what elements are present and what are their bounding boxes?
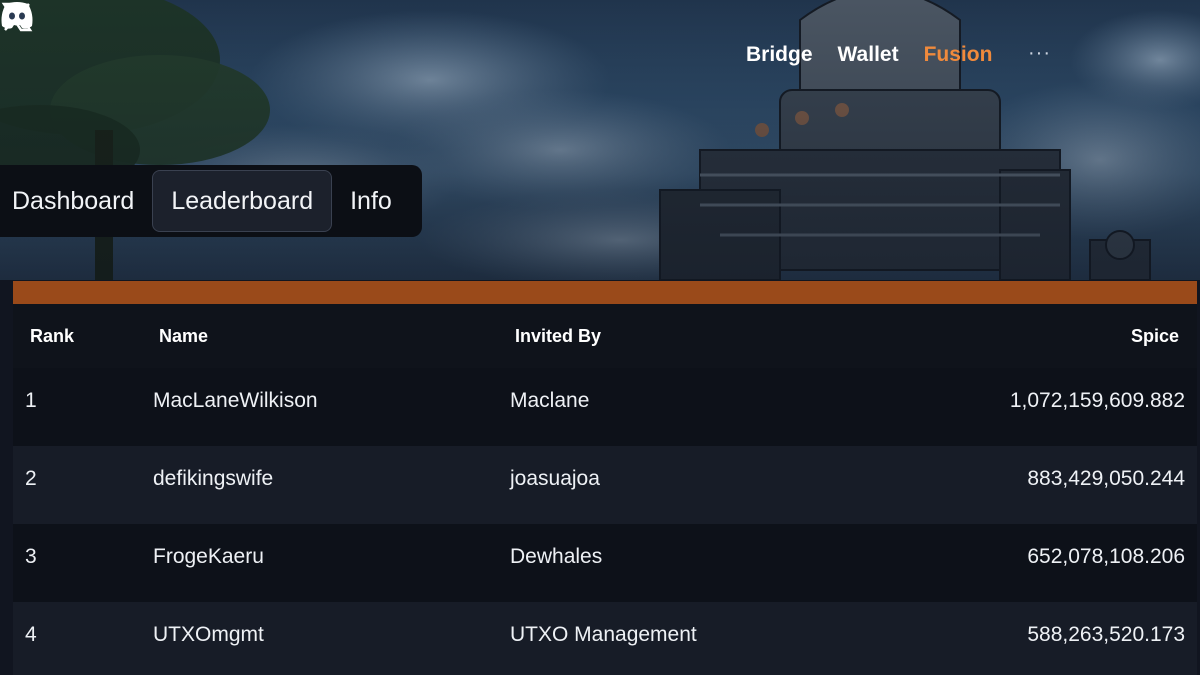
cell-rank: 1 [25,389,37,412]
leaderboard-table: Rank Name Invited By Spice 1 MacLaneWilk… [13,304,1197,675]
tab-dashboard[interactable]: Dashboard [2,171,144,231]
cell-name: FrogeKaeru [153,545,264,568]
table-row: 1 MacLaneWilkison Maclane 1,072,159,609.… [13,368,1197,446]
hero-illustration [0,0,1200,280]
nav-fusion[interactable]: Fusion [924,40,993,70]
table-row: 3 FrogeKaeru Dewhales 652,078,108.206 [13,524,1197,602]
view-tabs: Dashboard Leaderboard Info [0,165,422,237]
cell-spice: 883,429,050.244 [1027,467,1185,490]
cell-spice: 1,072,159,609.882 [1009,389,1185,412]
cell-invited-by: Dewhales [510,545,603,568]
accent-bar [13,281,1197,304]
nav-bridge[interactable]: Bridge [746,40,813,70]
table-row: 4 UTXOmgmt UTXO Management 588,263,520.1… [13,602,1197,675]
more-horizontal-icon[interactable]: ··· [1028,43,1052,63]
header-invited-by[interactable]: Invited By [515,326,601,347]
cell-rank: 4 [25,623,37,646]
cell-rank: 3 [25,545,37,568]
header-spice[interactable]: Spice [1131,326,1179,347]
cell-spice: 588,263,520.173 [1027,623,1185,646]
cell-name: UTXOmgmt [153,623,264,646]
discord-icon[interactable] [0,0,34,30]
tab-info[interactable]: Info [340,171,402,231]
nav-wallet[interactable]: Wallet [838,40,899,70]
cell-rank: 2 [25,467,37,490]
cell-invited-by: UTXO Management [510,623,697,646]
table-header: Rank Name Invited By Spice [13,304,1197,368]
cell-name: defikingswife [153,467,274,490]
hero-banner: Bridge Wallet Fusion ··· Dashboard Leade… [0,0,1200,280]
top-nav: Bridge Wallet Fusion [746,40,1017,70]
cell-invited-by: joasuajoa [510,467,600,490]
header-name[interactable]: Name [159,326,208,347]
tab-leaderboard[interactable]: Leaderboard [152,170,333,232]
table-row: 2 defikingswife joasuajoa 883,429,050.24… [13,446,1197,524]
cell-invited-by: Maclane [510,389,590,412]
header-rank[interactable]: Rank [30,326,74,347]
cell-spice: 652,078,108.206 [1027,545,1185,568]
cell-name: MacLaneWilkison [153,389,318,412]
